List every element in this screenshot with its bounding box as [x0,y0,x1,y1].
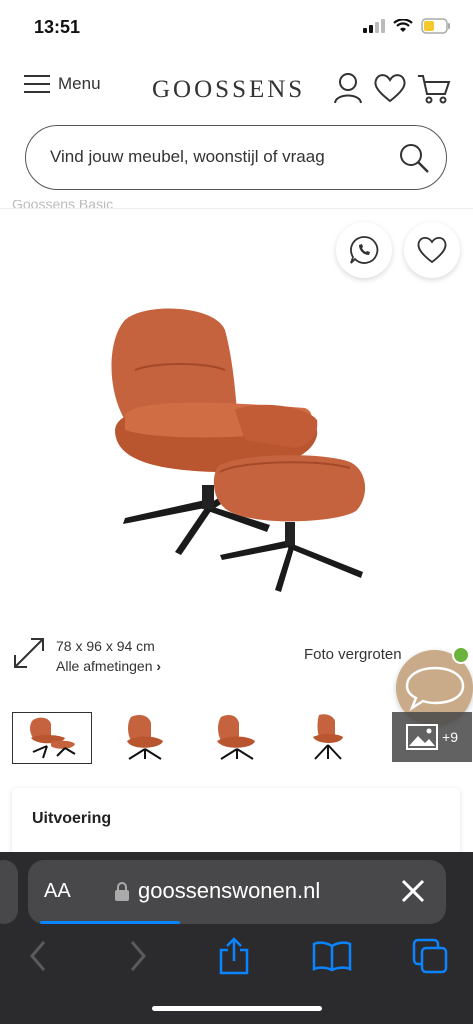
thumbnail-chair-image [127,715,163,760]
thumbnail-chair-image [217,715,255,760]
chevron-right-icon: › [156,658,162,674]
tabs-button[interactable] [410,936,450,976]
favorite-button[interactable] [404,222,460,278]
all-dimensions-link[interactable]: Alle afmetingen › [56,656,161,676]
thumbnail-chair-ottoman-image [30,717,76,759]
dimensions-value: 78 x 96 x 94 cm [56,638,155,654]
thumbnail-4[interactable] [288,712,368,764]
product-image[interactable] [95,300,375,600]
chat-bubble-icon [405,666,464,711]
dimensions-info[interactable]: 78 x 96 x 94 cm Alle afmetingen › [12,636,161,676]
browser-bottom-bar: AA goossenswonen.nl [0,852,473,1024]
chevron-right-icon [130,941,146,971]
site-logo[interactable]: GOOSSENS [152,76,305,104]
share-button[interactable] [214,936,254,976]
site-header: Menu GOOSSENS [0,54,473,120]
resize-arrow-icon [14,638,44,668]
hamburger-icon [24,75,50,93]
heart-icon [417,236,447,264]
more-photos-button[interactable]: +9 [392,712,472,762]
tabs-icon [412,938,448,974]
lock-icon [115,882,129,901]
signal-icon [363,19,385,33]
status-bar: 13:51 [0,0,473,54]
cart-icon[interactable] [417,72,451,104]
url-text: goossenswonen.nl [138,878,321,903]
more-photos-count: +9 [442,729,458,745]
whatsapp-icon [350,236,379,264]
page-load-progress [40,921,180,924]
thumbnail-2[interactable] [104,712,184,764]
whatsapp-button[interactable] [336,222,392,278]
battery-icon [421,18,450,34]
thumbnail-3[interactable] [196,712,276,764]
previous-tab-peek[interactable] [0,860,18,924]
menu-button[interactable]: Menu [24,74,101,94]
status-time: 13:51 [34,17,81,37]
chair-illustration [111,308,366,592]
browser-toolbar [0,936,473,984]
search-bar [25,125,447,190]
online-status-dot [452,646,470,664]
gallery-icon [406,724,439,750]
wifi-icon [393,19,413,32]
bookmarks-button[interactable] [312,936,352,976]
status-icons [363,18,451,34]
reader-options-button[interactable]: AA [44,880,71,903]
search-icon[interactable] [398,142,430,174]
header-divider [0,208,473,209]
thumbnail-1[interactable] [12,712,92,764]
thumbnail-strip: +9 [12,712,473,764]
search-input[interactable] [50,142,368,172]
forward-button[interactable] [118,936,158,976]
account-icon[interactable] [333,72,363,104]
zoom-photo-link[interactable]: Foto vergroten [304,646,402,663]
address-bar[interactable]: AA goossenswonen.nl [28,860,446,924]
options-title: Uitvoering [32,810,112,827]
wishlist-heart-icon[interactable] [373,72,407,104]
close-icon[interactable] [398,876,428,906]
header-icons [333,72,451,104]
thumbnail-chair-image [313,714,343,760]
share-icon [219,937,249,975]
chevron-left-icon [30,941,46,971]
back-button[interactable] [18,936,58,976]
menu-label: Menu [58,74,101,93]
book-icon [312,941,352,972]
home-indicator [152,1006,322,1011]
